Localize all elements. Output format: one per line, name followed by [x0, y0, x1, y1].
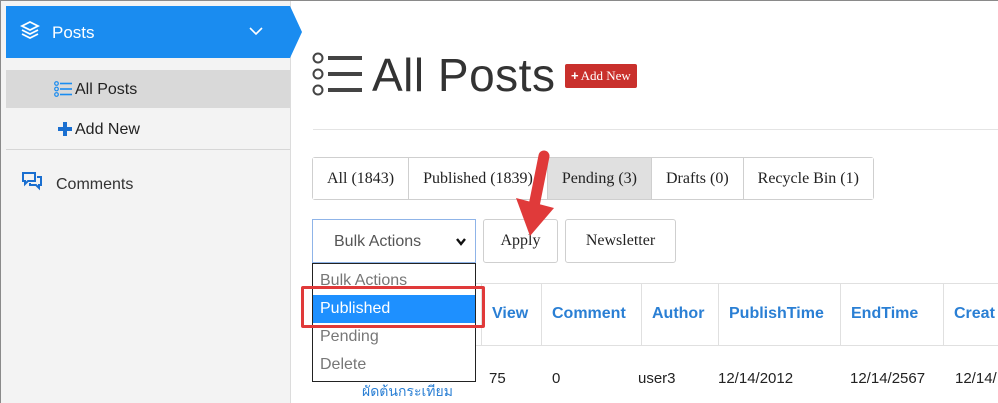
table-header-border	[476, 345, 998, 346]
add-new-button[interactable]: + Add New	[565, 64, 637, 88]
chevron-down-icon	[454, 234, 468, 248]
cell-end-time: 12/14/2567	[850, 370, 926, 387]
sidebar-item-comments[interactable]: Comments	[6, 165, 290, 203]
tab-recycle-bin[interactable]: Recycle Bin (1)	[743, 158, 873, 199]
plus-icon: +	[571, 68, 579, 83]
sidebar-item-label: All Posts	[75, 81, 138, 98]
plus-icon	[58, 122, 72, 136]
list-icon	[312, 52, 362, 96]
highlight-box-annotation	[301, 286, 485, 328]
title-divider	[313, 129, 998, 130]
column-header-end-time[interactable]: EndTime	[840, 283, 918, 345]
cell-create-time: 12/14/	[955, 370, 997, 387]
status-tabs: All (1843) Published (1839) Pending (3) …	[312, 157, 874, 200]
layers-icon	[20, 20, 40, 40]
column-header-publish-time[interactable]: PublishTime	[718, 283, 824, 345]
cell-publish-time: 12/14/2012	[718, 370, 794, 387]
sidebar-item-all-posts[interactable]: All Posts	[6, 70, 290, 108]
sidebar-header-label: Posts	[52, 23, 95, 42]
cell-view: 75	[489, 370, 506, 387]
cell-comment: 0	[552, 370, 561, 387]
cell-author: user3	[638, 370, 676, 387]
arrow-annotation-icon	[516, 150, 554, 236]
sidebar-posts-header[interactable]: Posts	[6, 6, 290, 58]
sidebar-divider	[6, 149, 290, 150]
sidebar-item-label: Add New	[75, 121, 140, 138]
add-new-label: Add New	[580, 68, 631, 83]
tab-all[interactable]: All (1843)	[313, 158, 410, 199]
tab-drafts[interactable]: Drafts (0)	[652, 158, 744, 199]
sidebar-item-add-new[interactable]: Add New	[6, 110, 290, 148]
column-header-comment[interactable]: Comment	[541, 283, 626, 345]
newsletter-button[interactable]: Newsletter	[565, 219, 676, 263]
comments-icon	[22, 172, 42, 191]
sidebar-item-label: Comments	[56, 176, 134, 193]
bulk-actions-select[interactable]: Bulk Actions	[312, 219, 476, 263]
column-header-view[interactable]: View	[481, 283, 528, 345]
post-title-link[interactable]: ผัดต้นกระเทียม	[362, 381, 453, 403]
column-header-create-time[interactable]: Creat	[943, 283, 995, 345]
dropdown-option-delete[interactable]: Delete	[313, 351, 475, 379]
bulk-actions-value: Bulk Actions	[334, 233, 422, 250]
chevron-down-icon[interactable]	[249, 26, 263, 36]
list-icon	[54, 81, 72, 97]
sidebar-header-pointer	[290, 6, 302, 58]
column-header-author[interactable]: Author	[641, 283, 704, 345]
page-title: All Posts	[372, 49, 556, 101]
